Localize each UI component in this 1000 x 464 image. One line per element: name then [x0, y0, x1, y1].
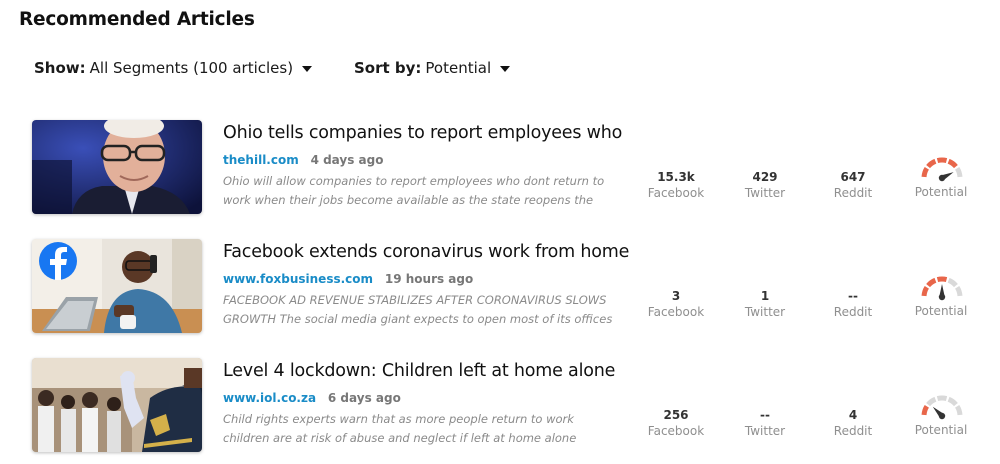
gauge-segment [954, 404, 963, 416]
article-title[interactable]: Facebook extends coronavirus work from h… [223, 242, 629, 262]
gauge-segment [947, 158, 958, 169]
reddit-count: 647 [840, 170, 866, 184]
article-thumbnail[interactable] [32, 239, 202, 333]
article-meta: thehill.com 4 days ago [223, 153, 383, 167]
gauge-segment [926, 277, 937, 288]
gauge-segment [936, 157, 948, 164]
reddit-stat: 647 Reddit [813, 170, 893, 200]
potential-gauge-icon [921, 276, 963, 301]
facebook-stat: 15.3k Facebook [636, 170, 716, 200]
facebook-count: 15.3k [657, 170, 695, 184]
gauge-segment [936, 276, 948, 283]
article-card[interactable]: Ohio tells companies to report employees… [0, 120, 1000, 216]
gauge-segment [954, 285, 963, 297]
facebook-logo-office-photo-icon [32, 239, 202, 333]
twitter-count: -- [760, 408, 770, 422]
twitter-label: Twitter [744, 424, 786, 438]
gauge-segment [947, 396, 958, 407]
chevron-down-icon [500, 65, 511, 72]
show-filter-value: All Segments (100 articles) [89, 59, 294, 77]
article-description: Child rights experts warn that as more p… [223, 412, 577, 445]
facebook-stat: 256 Facebook [636, 408, 716, 438]
twitter-label: Twitter [744, 305, 786, 319]
reddit-label: Reddit [833, 186, 873, 200]
article-title[interactable]: Ohio tells companies to report employees… [223, 123, 622, 143]
article-age: 19 hours ago [384, 272, 474, 286]
reddit-label: Reddit [833, 305, 873, 319]
page-title: Recommended Articles [19, 9, 255, 30]
facebook-label: Facebook [647, 186, 705, 200]
reddit-stat: -- Reddit [813, 289, 893, 319]
article-description: Ohio will allow companies to report empl… [223, 174, 605, 207]
article-thumbnail[interactable] [32, 358, 202, 452]
gauge-hub [938, 174, 946, 182]
twitter-count: 1 [760, 289, 770, 303]
sort-filter-dropdown[interactable]: Sort by: Potential [354, 59, 511, 77]
twitter-label: Twitter [744, 186, 786, 200]
twitter-count: 429 [752, 170, 778, 184]
article-source-link[interactable]: www.foxbusiness.com [223, 272, 373, 286]
article-age: 6 days ago [327, 391, 401, 405]
facebook-count: 256 [663, 408, 689, 422]
article-meta: www.iol.co.za 6 days ago [223, 391, 401, 405]
news-photo-man-glasses-icon [32, 120, 202, 214]
facebook-label: Facebook [647, 305, 705, 319]
reddit-count: 4 [848, 408, 858, 422]
gauge-segment [926, 396, 937, 407]
facebook-stat: 3 Facebook [636, 289, 716, 319]
gauge-segment [926, 158, 937, 169]
reddit-label: Reddit [833, 424, 873, 438]
gauge-segment [954, 166, 963, 178]
gauge-segment [921, 166, 930, 178]
potential-gauge-icon [921, 395, 963, 420]
gauge-segment [936, 395, 948, 402]
show-filter-label: Show: [34, 59, 86, 77]
gauge-segment [921, 404, 930, 416]
potential-label: Potential [914, 185, 968, 199]
article-thumbnail[interactable] [32, 120, 202, 214]
twitter-stat: -- Twitter [725, 408, 805, 438]
facebook-count: 3 [671, 289, 681, 303]
article-description: FACEBOOK AD REVENUE STABILIZES AFTER COR… [223, 293, 613, 326]
article-source-link[interactable]: www.iol.co.za [223, 391, 316, 405]
article-card[interactable]: Level 4 lockdown: Children left at home … [0, 358, 1000, 454]
facebook-label: Facebook [647, 424, 705, 438]
potential-gauge-icon [921, 157, 963, 182]
police-officer-photo-icon [32, 358, 202, 452]
sort-filter-label: Sort by: [354, 59, 422, 77]
chevron-down-icon [302, 65, 313, 72]
show-filter-dropdown[interactable]: Show: All Segments (100 articles) [34, 59, 313, 77]
twitter-stat: 429 Twitter [725, 170, 805, 200]
reddit-count: -- [848, 289, 858, 303]
potential-label: Potential [914, 304, 968, 318]
gauge-hub [938, 293, 946, 301]
article-age: 4 days ago [310, 153, 384, 167]
article-meta: www.foxbusiness.com 19 hours ago [223, 272, 473, 286]
gauge-segment [921, 285, 930, 297]
article-card[interactable]: Facebook extends coronavirus work from h… [0, 239, 1000, 335]
gauge-segment [947, 277, 958, 288]
article-source-link[interactable]: thehill.com [223, 153, 299, 167]
article-title[interactable]: Level 4 lockdown: Children left at home … [223, 361, 615, 381]
twitter-stat: 1 Twitter [725, 289, 805, 319]
reddit-stat: 4 Reddit [813, 408, 893, 438]
gauge-hub [938, 412, 946, 420]
potential-label: Potential [914, 423, 968, 437]
sort-filter-value: Potential [425, 59, 492, 77]
